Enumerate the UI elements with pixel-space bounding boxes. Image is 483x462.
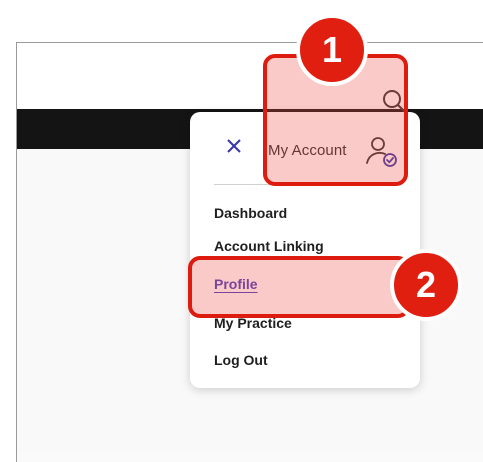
highlight-profile-item (188, 256, 410, 318)
step-badge-2: 2 (390, 249, 462, 321)
site-header (17, 43, 483, 109)
menu-item-log-out[interactable]: Log Out (214, 352, 268, 368)
close-icon[interactable] (226, 138, 242, 154)
menu-item-account-linking[interactable]: Account Linking (214, 238, 324, 254)
menu-item-dashboard[interactable]: Dashboard (214, 205, 287, 221)
step-badge-1: 1 (296, 14, 368, 86)
